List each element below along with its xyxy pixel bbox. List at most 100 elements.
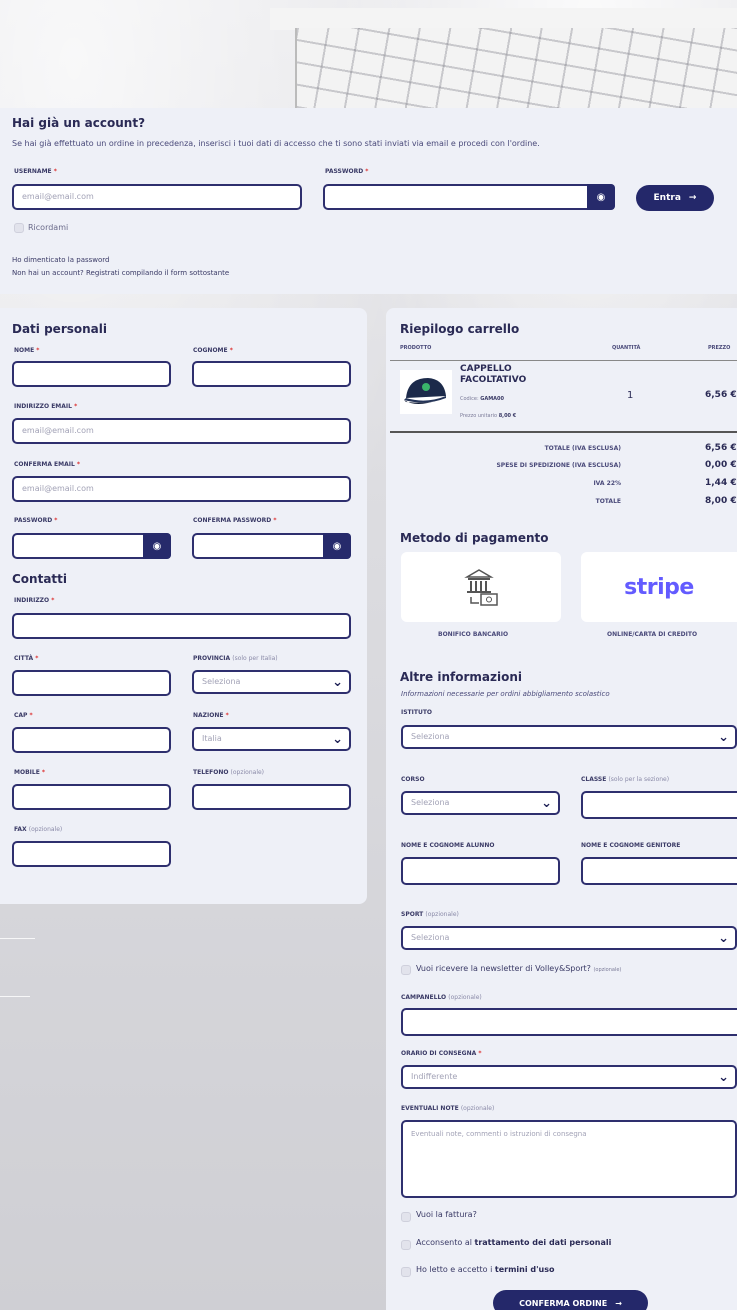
country-select[interactable]: Italia ⌄ — [192, 727, 351, 751]
show-new-password-button[interactable]: ◉ — [143, 533, 171, 559]
arrow-right-icon: → — [688, 193, 697, 203]
delivery-time-select-value: Indifferente — [411, 1072, 458, 1081]
col-product: Prodotto — [400, 345, 432, 351]
cognome-input[interactable] — [192, 361, 351, 387]
password-field-label: Password * — [14, 517, 58, 524]
confirm-email-label: Conferma email * — [14, 461, 81, 468]
classe-input[interactable] — [581, 791, 737, 819]
sport-label: Sport (opzionale) — [401, 911, 459, 918]
personal-data-panel — [0, 308, 367, 904]
bank-transfer-label: Bonifico bancario — [438, 631, 509, 638]
fax-label: Fax (opzionale) — [14, 826, 63, 833]
cap-input[interactable] — [12, 727, 171, 753]
country-select-value: Italia — [202, 734, 222, 743]
col-quantity: Quantità — [612, 345, 641, 351]
confirm-email-input[interactable]: email@email.com — [12, 476, 351, 502]
student-name-input[interactable] — [401, 857, 560, 885]
terms-checkbox[interactable] — [401, 1267, 411, 1277]
product-name: CAPPELLO FACOLTATIVO — [460, 364, 527, 385]
invoice-checkbox[interactable] — [401, 1212, 411, 1222]
notes-label: Eventuali note (opzionale) — [401, 1105, 495, 1112]
chevron-down-icon: ⌄ — [718, 930, 729, 946]
mobile-input[interactable] — [12, 784, 171, 810]
chevron-down-icon: ⌄ — [541, 795, 552, 811]
username-label: Username * — [14, 168, 57, 175]
other-info-note: Informazioni necessarie per ordini abbig… — [401, 690, 610, 698]
eye-icon: ◉ — [596, 191, 606, 203]
country-label: Nazione * — [193, 712, 229, 719]
header-banner-strip — [270, 8, 737, 30]
istituto-label: Istituto — [401, 709, 433, 716]
privacy-checkbox[interactable] — [401, 1240, 411, 1250]
register-hint: Non hai un account? Registrati compiland… — [12, 269, 230, 277]
province-select[interactable]: Seleziona ⌄ — [192, 670, 351, 694]
address-input[interactable] — [12, 613, 351, 639]
mobile-label: Mobile * — [14, 769, 46, 776]
fax-input[interactable] — [12, 841, 171, 867]
username-input[interactable]: email@email.com — [12, 184, 302, 210]
login-description: Se hai già effettuato un ordine in prece… — [12, 139, 540, 148]
corso-select-value: Seleziona — [411, 798, 450, 807]
phone-label: Telefono (opzionale) — [193, 769, 265, 776]
invoice-label: Vuoi la fattura? — [416, 1210, 477, 1219]
istituto-select[interactable]: Seleziona ⌄ — [401, 725, 737, 749]
card-payment-option[interactable]: stripe — [581, 552, 737, 622]
shipping-value: 0,00 € — [705, 460, 737, 470]
sport-select[interactable]: Seleziona ⌄ — [401, 926, 737, 950]
total-ex-vat-label: Totale (IVA esclusa) — [544, 445, 621, 452]
confirm-order-label: Conferma ordine — [519, 1298, 608, 1308]
header-banner-image — [295, 28, 737, 108]
arrow-right-icon: → — [615, 1298, 622, 1308]
col-price: Prezzo — [708, 345, 731, 351]
province-select-value: Seleziona — [202, 677, 241, 686]
payment-title: Metodo di pagamento — [400, 531, 549, 545]
login-button[interactable]: Entra → — [636, 185, 714, 211]
corso-label: Corso — [401, 776, 425, 783]
password-input[interactable] — [323, 184, 615, 210]
product-code: Codice: GAMA00 — [460, 396, 504, 402]
password-label: Password * — [325, 168, 369, 175]
city-label: Città * — [14, 655, 39, 662]
newsletter-checkbox[interactable] — [401, 965, 411, 975]
delivery-time-label: Orario di consegna * — [401, 1050, 482, 1057]
show-confirm-password-button[interactable]: ◉ — [323, 533, 351, 559]
grand-total-label: Totale — [595, 498, 621, 505]
product-price: 6,56 € — [705, 390, 737, 400]
campanello-input[interactable] — [401, 1008, 737, 1036]
nome-input[interactable] — [12, 361, 171, 387]
product-unit-price: Prezzo unitario 8,00 € — [460, 413, 517, 419]
notes-textarea[interactable]: Eventuali note, commenti o istruzioni di… — [401, 1120, 737, 1198]
chevron-down-icon: ⌄ — [718, 1069, 729, 1085]
bank-transfer-option[interactable] — [401, 552, 561, 622]
cap-label: Cap * — [14, 712, 33, 719]
vat-value: 1,44 € — [705, 478, 737, 488]
delivery-time-select[interactable]: Indifferente ⌄ — [401, 1065, 737, 1089]
phone-input[interactable] — [192, 784, 351, 810]
nome-label: Nome * — [14, 347, 40, 354]
cart-title: Riepilogo carrello — [400, 322, 520, 336]
email-label: Indirizzo email * — [14, 403, 78, 410]
remember-checkbox[interactable] — [14, 223, 24, 233]
confirm-order-button[interactable]: Conferma ordine → — [493, 1290, 648, 1310]
eye-icon: ◉ — [152, 540, 162, 552]
city-input[interactable] — [12, 670, 171, 696]
parent-name-input[interactable] — [581, 857, 737, 885]
eye-icon: ◉ — [332, 540, 342, 552]
sport-select-value: Seleziona — [411, 933, 450, 942]
campanello-label: Campanello (opzionale) — [401, 994, 482, 1001]
remember-label: Ricordami — [28, 223, 69, 232]
classe-label: Classe (solo per la sezione) — [581, 776, 670, 783]
cap-product-image — [400, 370, 452, 414]
terms-label: Ho letto e accetto i termini d'uso — [416, 1265, 555, 1274]
stripe-logo: stripe — [624, 574, 694, 600]
cognome-label: Cognome * — [193, 347, 233, 354]
province-label: Provincia (solo per Italia) — [193, 655, 278, 662]
parent-name-label: Nome e cognome genitore — [581, 842, 681, 849]
student-name-label: Nome e cognome alunno — [401, 842, 495, 849]
corso-select[interactable]: Seleziona ⌄ — [401, 791, 560, 815]
show-password-button[interactable]: ◉ — [587, 184, 615, 210]
email-input[interactable]: email@email.com — [12, 418, 351, 444]
forgot-password-link[interactable]: Ho dimenticato la password — [12, 256, 110, 264]
privacy-label: Acconsento al trattamento dei dati perso… — [416, 1238, 612, 1247]
product-quantity: 1 — [627, 390, 634, 401]
